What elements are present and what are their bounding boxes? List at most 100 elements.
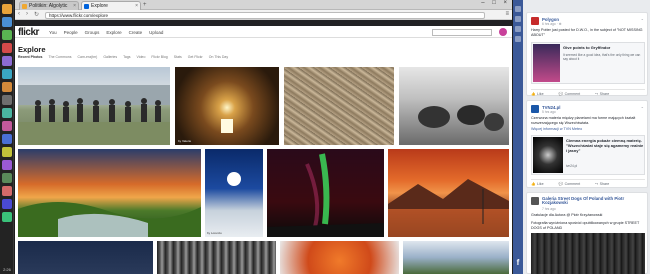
dock-app-icon[interactable] [2,56,12,66]
dock-app-icon[interactable] [2,199,12,209]
dock-app-icon[interactable] [2,212,12,222]
photo-tunnel[interactable]: by Valerie [175,67,279,145]
dock-app-icon[interactable] [2,17,12,27]
mountain-icon [388,179,509,237]
subnav-item[interactable]: On This Day [209,55,228,59]
link-thumbnail [533,44,560,82]
subnav-item[interactable]: Recent Photos [18,55,43,59]
photo-lake-mountains[interactable] [388,149,509,237]
reload-button[interactable]: ↻ [34,11,39,18]
menu-icon[interactable]: ≡ [505,11,509,17]
taskbar: 2:26 [0,0,14,274]
link-preview[interactable]: Ciemna energia pokaże ciemną materię. "W… [531,135,645,175]
window-controls[interactable]: – □ × [481,0,510,6]
dock-app-icon[interactable] [2,134,12,144]
flickr-logo[interactable]: flickr [18,27,39,38]
post-link-text[interactable]: Więcej informacji w TVN Meteo [531,127,645,132]
dock-app-icon[interactable] [2,108,12,118]
dock-app-icon[interactable] [2,69,12,79]
dock-app-icon[interactable] [2,82,12,92]
like-button[interactable]: 👍 Like [531,92,544,96]
dock-app-icon[interactable] [2,186,12,196]
notifications-icon[interactable] [515,36,521,42]
dock-app-icon[interactable] [2,121,12,131]
browser-window: Politikin: Algolytic × Explore × + – □ ×… [15,0,512,274]
flickr-nav: You People Groups Explore Create Upload [49,30,170,35]
flickr-nav-item[interactable]: Upload [149,30,163,35]
photo-sunset-coast[interactable] [18,149,201,237]
group-photo-icon [18,85,170,145]
more-icon[interactable]: ⌄ [641,104,644,109]
forward-button[interactable]: › [26,11,28,17]
subnav-item[interactable]: Tags [123,55,130,59]
flickr-search-input[interactable] [432,28,492,36]
dock-app-icon[interactable] [2,30,12,40]
post-author[interactable]: Galeria Street Dogs Of Poland with Piotr… [542,196,642,206]
share-button[interactable]: ↪ Share [595,92,609,96]
link-preview[interactable]: Give points to Gryffindor It seemed like… [531,42,645,84]
avatar[interactable] [531,105,539,113]
link-title: Give points to Gryffindor [563,45,611,50]
flickr-nav-item[interactable]: You [49,30,57,35]
dock-app-icon[interactable] [2,4,12,14]
subnav-item[interactable]: Video [137,55,146,59]
new-tab-button[interactable]: + [143,2,147,8]
post-text: Czerwona materia między planetami ma for… [531,116,636,125]
subnav-item[interactable]: Get Flickr [188,55,203,59]
link-title: Ciemna energia pokaże ciemną materię. "W… [566,138,644,153]
comment-button[interactable]: 💬 Comment [559,92,581,96]
close-tab-icon[interactable]: × [73,2,76,10]
avatar[interactable] [531,197,539,205]
photo-forest-bw[interactable] [157,241,276,274]
photo-group-people[interactable] [18,67,170,145]
subnav-item[interactable]: The Commons [49,55,72,59]
dock-app-icon[interactable] [2,173,12,183]
friends-icon[interactable] [515,16,521,22]
tab-label: Politikin: Algolytic [29,3,68,9]
subnav-item[interactable]: Galleries [103,55,117,59]
share-icon: ↪ [595,181,599,186]
dock-app-icon[interactable] [2,95,12,105]
address-bar[interactable]: https://www.flickr.com/explore [45,11,485,19]
tab-explore[interactable]: Explore × [81,1,141,10]
photo-valley[interactable] [403,241,509,274]
tab-label: Explore [91,3,108,9]
sun-icon [227,172,241,186]
messages-icon[interactable] [515,26,521,32]
post-time: 6 hrs ago · ⊕ [542,21,562,26]
photo-sun-clouds[interactable]: by Lorenzo [205,149,263,237]
close-tab-icon[interactable]: × [135,2,138,10]
page-title: Explore [18,45,46,54]
facebook-logo[interactable]: f [514,258,522,267]
photo-autumn-tree[interactable] [280,241,399,274]
photo-night-sky[interactable] [18,241,153,274]
comment-button[interactable]: 💬 Comment [559,182,581,186]
photo-penguins[interactable] [284,67,394,145]
subnav-item[interactable]: Flickr Blog [151,55,167,59]
flickr-nav-item[interactable]: People [64,30,78,35]
dock-app-icon[interactable] [2,43,12,53]
flickr-nav-item[interactable]: Explore [106,30,121,35]
flickr-nav-item[interactable]: Create [129,30,143,35]
comment-icon: 💬 [558,91,564,96]
post-time: 5 hrs ago [542,109,556,114]
back-button[interactable]: ‹ [18,11,20,17]
photo-aurora[interactable] [267,149,384,237]
post-photo[interactable] [531,233,645,274]
tab-politikin[interactable]: Politikin: Algolytic × [19,1,79,10]
avatar[interactable] [499,28,507,36]
post-actions: 👍 Like 💬 Comment ↪ Share [531,89,645,96]
dock-app-icon[interactable] [2,160,12,170]
subnav-item[interactable]: Cam-era(tm) [77,55,97,59]
subnav-item[interactable]: Stats [174,55,182,59]
home-icon[interactable] [515,6,521,12]
landscape-icon [18,201,201,237]
more-icon[interactable]: ⌄ [641,16,644,21]
share-button[interactable]: ↪ Share [595,182,609,186]
dock-app-icon[interactable] [2,147,12,157]
flickr-nav-item[interactable]: Groups [85,30,100,35]
avatar[interactable] [531,17,539,25]
tunnel-shape-icon [221,119,233,133]
photo-walrus[interactable] [399,67,509,145]
like-button[interactable]: 👍 Like [531,182,544,186]
